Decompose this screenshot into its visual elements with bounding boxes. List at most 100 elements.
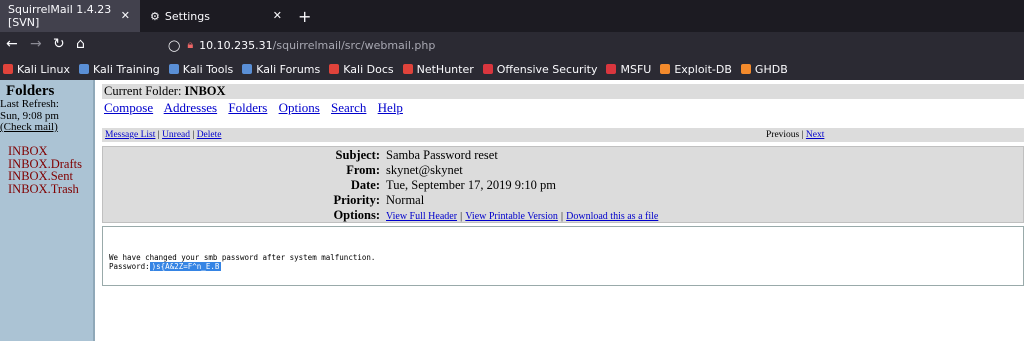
close-tab-icon[interactable]: ✕	[273, 9, 282, 22]
separator: |	[460, 211, 463, 222]
close-tab-icon[interactable]: ✕	[121, 9, 130, 22]
url-bar[interactable]: ◯ 🔒︎ 10.10.235.31/squirrelmail/src/webma…	[168, 34, 868, 56]
current-folder-name: INBOX	[184, 84, 226, 98]
date-label: Date:	[350, 178, 380, 192]
tab-bar: SquirrelMail 1.4.23 [SVN] ✕ ⚙ Settings ✕…	[0, 0, 1024, 32]
date-value: Tue, September 17, 2019 9:10 pm	[386, 178, 557, 192]
main-nav: Compose Addresses Folders Options Search…	[104, 100, 411, 116]
home-icon[interactable]: ⌂	[76, 36, 85, 52]
tab-settings[interactable]: ⚙ Settings ✕	[142, 0, 292, 32]
bookmark-label: MSFU	[620, 62, 652, 76]
new-tab-icon[interactable]: +	[298, 7, 311, 26]
bookmark-exploit-db[interactable]: Exploit-DB	[660, 63, 732, 76]
nav-bar: ← → ↻ ⌂ ◯ 🔒︎ 10.10.235.31/squirrelmail/s…	[0, 32, 1024, 58]
message-actions-bar: Message List | Unread | Delete Previous …	[102, 128, 1024, 142]
subject-label: Subject:	[335, 148, 380, 162]
reload-icon[interactable]: ↻	[53, 36, 65, 52]
folder-sent[interactable]: INBOX.Sent	[8, 170, 82, 183]
nav-addresses[interactable]: Addresses	[164, 100, 217, 115]
bookmark-kali-docs[interactable]: Kali Docs	[329, 62, 394, 76]
kali-icon	[3, 64, 13, 74]
shield-icon: ◯	[168, 38, 181, 52]
kali-icon	[168, 64, 179, 74]
bookmarks-bar: Kali Linux Kali Training Kali Tools Kali…	[0, 58, 1024, 80]
offsec-icon	[482, 64, 493, 74]
nav-folders[interactable]: Folders	[228, 100, 267, 115]
view-full-header-link[interactable]: View Full Header	[386, 211, 457, 222]
forward-icon[interactable]: →	[30, 36, 42, 52]
bookmark-label: GHDB	[754, 62, 788, 76]
kali-icon	[79, 64, 90, 74]
delete-link[interactable]: Delete	[197, 130, 222, 140]
gear-icon: ⚙	[150, 9, 160, 23]
subject-value: Samba Password reset	[386, 148, 498, 162]
current-folder-bar: Current Folder: INBOX	[102, 84, 1024, 99]
bookmark-label: Offensive Security	[496, 62, 598, 76]
bookmark-kali-training[interactable]: Kali Training	[79, 63, 160, 76]
message-list-link[interactable]: Message List	[105, 130, 155, 140]
bookmark-kali-tools[interactable]: Kali Tools	[168, 62, 234, 76]
bookmark-nethunter[interactable]: NetHunter	[402, 62, 474, 76]
nav-search[interactable]: Search	[331, 100, 366, 115]
separator: |	[801, 130, 804, 140]
from-row: From: skynet@skynet	[103, 163, 1024, 178]
nav-compose[interactable]: Compose	[104, 100, 153, 115]
folders-pane: Folders Last Refresh: Sun, 9:08 pm (Chec…	[0, 80, 95, 341]
message-headers: Subject: Samba Password reset From: skyn…	[102, 146, 1024, 223]
nav-help[interactable]: Help	[378, 100, 403, 115]
separator: |	[560, 211, 563, 222]
message-body: We have changed your smb password after …	[102, 226, 1024, 286]
exploit-db-icon	[660, 64, 671, 74]
check-mail-link[interactable]: (Check mail)	[0, 121, 94, 134]
url-host: 10.10.235.31	[199, 38, 273, 52]
message-pane: Current Folder: INBOX Compose Addresses …	[100, 80, 1024, 341]
nav-options[interactable]: Options	[279, 100, 320, 115]
current-folder-label: Current Folder:	[104, 84, 182, 98]
url-path: /squirrelmail/src/webmail.php	[272, 38, 436, 52]
view-printable-link[interactable]: View Printable Version	[465, 211, 558, 222]
bookmark-label: Kali Tools	[182, 62, 234, 76]
pager: Previous | Next	[766, 128, 824, 142]
message-body-text: We have changed your smb password after …	[109, 253, 375, 271]
kali-icon	[242, 64, 253, 74]
date-row: Date: Tue, September 17, 2019 9:10 pm	[103, 178, 1024, 193]
download-link[interactable]: Download this as a file	[566, 211, 658, 222]
options-links: View Full Header | View Printable Versio…	[386, 208, 658, 224]
lock-icon: 🔒︎	[187, 38, 194, 51]
bookmark-label: Kali Training	[93, 62, 160, 76]
previous-label: Previous	[766, 130, 800, 140]
bookmark-label: Kali Docs	[343, 62, 394, 76]
options-label: Options:	[333, 208, 380, 222]
folder-inbox[interactable]: INBOX	[8, 145, 82, 158]
back-icon[interactable]: ←	[6, 36, 18, 52]
subject-row: Subject: Samba Password reset	[103, 148, 1024, 163]
from-value: skynet@skynet	[386, 163, 463, 177]
bookmark-offensive-security[interactable]: Offensive Security	[482, 62, 598, 76]
body-line: We have changed your smb password after …	[109, 253, 376, 262]
msfu-icon	[606, 64, 617, 74]
unread-link[interactable]: Unread	[162, 130, 190, 140]
nethunter-icon	[402, 64, 413, 74]
bookmark-msfu[interactable]: MSFU	[606, 63, 651, 76]
bookmark-kali-forums[interactable]: Kali Forums	[242, 63, 320, 76]
password-value[interactable]: )s{A&2Z=F^n_E.B	[149, 262, 222, 271]
tab-squirrelmail[interactable]: SquirrelMail 1.4.23 [SVN] ✕	[0, 0, 140, 32]
options-row: Options: View Full Header | View Printab…	[103, 208, 1024, 223]
bookmark-kali-linux[interactable]: Kali Linux	[3, 63, 70, 76]
tab-title: SquirrelMail 1.4.23 [SVN]	[8, 3, 112, 29]
page-content: Folders Last Refresh: Sun, 9:08 pm (Chec…	[0, 80, 1024, 341]
bookmark-label: Kali Linux	[17, 62, 71, 76]
refresh-label: Last Refresh:	[0, 98, 59, 110]
separator: |	[157, 130, 160, 140]
folder-list: INBOX INBOX.Drafts INBOX.Sent INBOX.Tras…	[8, 145, 82, 195]
ghdb-icon	[740, 64, 751, 74]
from-label: From:	[346, 163, 380, 177]
bookmark-ghdb[interactable]: GHDB	[740, 62, 788, 76]
last-refresh: Last Refresh: Sun, 9:08 pm (Check mail)	[0, 98, 94, 134]
priority-value: Normal	[386, 193, 425, 207]
bookmark-label: NetHunter	[416, 62, 474, 76]
folder-trash[interactable]: INBOX.Trash	[8, 182, 82, 196]
bookmark-label: Exploit-DB	[674, 62, 732, 76]
separator: |	[192, 130, 195, 140]
next-link[interactable]: Next	[806, 130, 824, 140]
